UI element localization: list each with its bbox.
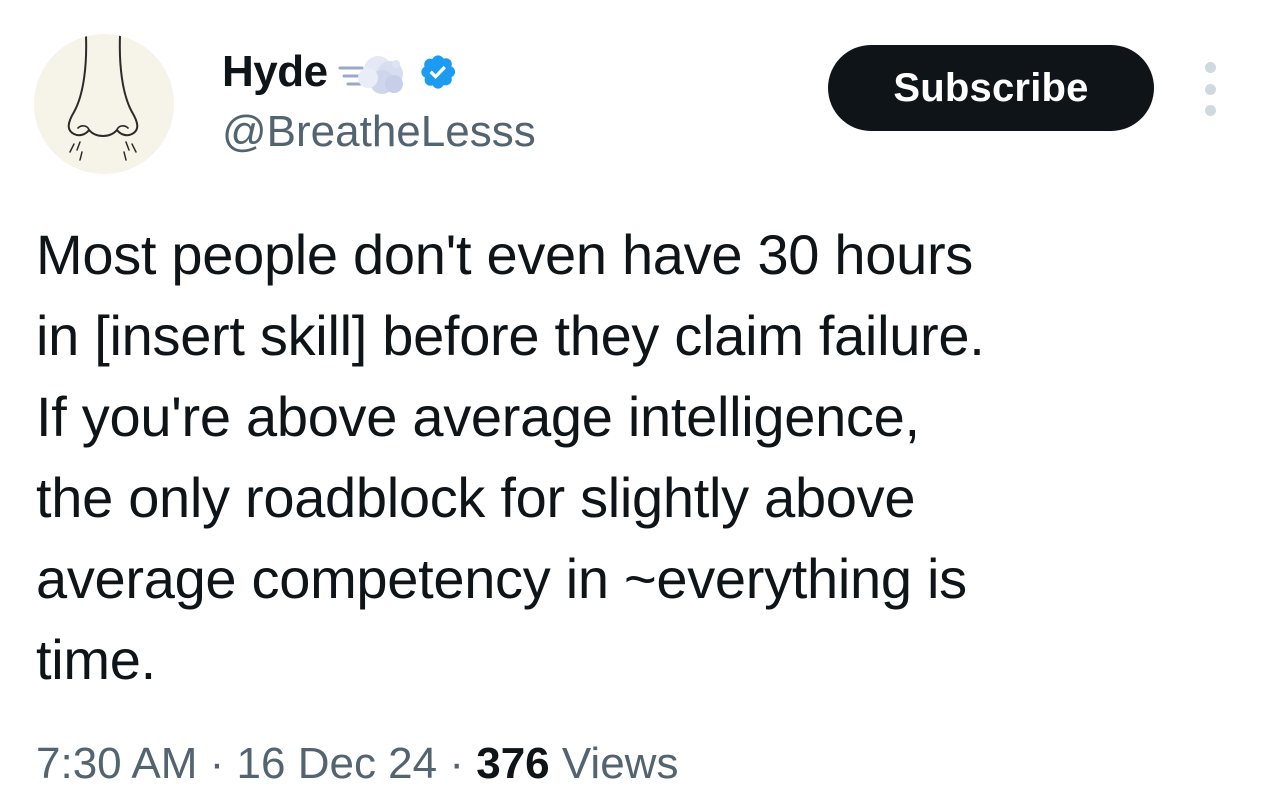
author-display-name[interactable]: Hyde [222,50,328,94]
verified-badge-icon[interactable] [418,52,458,92]
meta-separator: · [197,739,237,788]
more-options-button[interactable] [1196,62,1224,116]
tweet-meta: 7:30 AM · 16 Dec 24 · 376 Views [36,734,678,794]
views-count[interactable]: 376 [476,739,549,788]
cloud-wind-icon [338,46,408,98]
tweet-text: Most people don't even have 30 hours in … [36,223,985,691]
author-handle[interactable]: @BreatheLesss [222,110,536,154]
author-name-row: Hyde [222,44,458,100]
tweet-date[interactable]: 16 Dec 24 [237,739,438,788]
vertical-ellipsis-icon [1204,62,1216,73]
meta-separator: · [437,739,477,788]
tweet-time[interactable]: 7:30 AM [36,739,197,788]
views-label: Views [549,739,679,788]
vertical-ellipsis-icon [1204,83,1216,95]
subscribe-button[interactable]: Subscribe [828,45,1154,131]
avatar[interactable] [34,34,174,174]
nose-drawing-icon [34,34,174,174]
vertical-ellipsis-icon [1204,105,1216,116]
